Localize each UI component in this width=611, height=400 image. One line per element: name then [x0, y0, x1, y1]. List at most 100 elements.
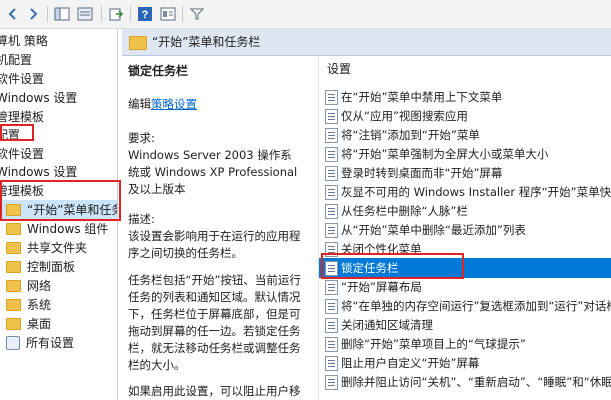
- settings-column-header[interactable]: 设置: [327, 60, 351, 78]
- setting-row[interactable]: 灰显不可用的 Windows Installer 程序“开始”菜单快捷: [319, 182, 611, 202]
- description-label: 描述:: [128, 212, 155, 226]
- edit-policy-link[interactable]: 策略设置: [151, 97, 197, 111]
- folder-icon: [6, 298, 21, 311]
- settings-list: 设置 在“开始”菜单中禁用上下文菜单 仅从“应用”视图搜索应用 将“注销”添加到“开…: [318, 56, 611, 400]
- setting-row[interactable]: 在“开始”菜单中禁用上下文菜单: [319, 87, 611, 107]
- show-hide-tree-icon[interactable]: [52, 4, 72, 24]
- svg-text:?: ?: [142, 9, 149, 21]
- header-bar: “开始”菜单和任务栏: [122, 29, 611, 56]
- policy-setting-icon: [325, 242, 338, 257]
- view-icon[interactable]: [75, 4, 95, 24]
- folder-icon: [129, 36, 147, 50]
- tree-item-user-admin-templates[interactable]: 管理模板: [0, 181, 44, 201]
- folder-icon: [6, 317, 21, 330]
- setting-label: 在“开始”菜单中禁用上下文菜单: [341, 90, 503, 104]
- policy-setting-icon: [325, 280, 338, 295]
- setting-row[interactable]: 关闭个性化菜单: [319, 239, 611, 259]
- description-pane: 锁定任务栏 编辑策略设置 要求: Windows Server 2003 操作系…: [122, 56, 313, 400]
- policy-setting-icon: [325, 109, 338, 124]
- policy-title: 锁定任务栏: [128, 64, 189, 78]
- policy-setting-icon: [325, 299, 338, 314]
- toolbar: ?: [0, 0, 611, 29]
- tree-item-user-config[interactable]: 配置: [0, 125, 20, 145]
- detail-text: 任务栏包括“开始”按钮、当前运行任务的列表和通知区域。默认情况下，任务栏位于屏幕…: [128, 273, 301, 372]
- folder-icon: [6, 260, 21, 273]
- tree-item-shared-folders[interactable]: 共享文件夹: [6, 238, 87, 258]
- setting-label: 登录时转到桌面而非“开始”屏幕: [341, 166, 503, 180]
- setting-row[interactable]: 锁定任务栏: [319, 258, 611, 278]
- tree-item-start-menu-taskbar[interactable]: “开始”菜单和任务栏: [0, 200, 117, 220]
- header-title: “开始”菜单和任务栏: [152, 35, 261, 49]
- settings-icon: [6, 335, 20, 350]
- setting-row[interactable]: 登录时转到桌面而非“开始”屏幕: [319, 163, 611, 183]
- setting-label: 关闭个性化菜单: [341, 242, 422, 256]
- tree-item-desktop[interactable]: 桌面: [6, 314, 51, 334]
- help-icon[interactable]: ?: [135, 4, 155, 24]
- policy-setting-icon: [325, 223, 338, 238]
- setting-label: 阻止用户自定义“开始”屏幕: [341, 356, 480, 370]
- tree-item-network[interactable]: 网络: [6, 276, 51, 296]
- folder-icon: [6, 222, 21, 235]
- setting-label: 从“开始”菜单中删除“最近添加”列表: [341, 223, 526, 237]
- setting-label: 将“在单独的内存空间运行”复选框添加到“运行”对话框: [341, 299, 611, 313]
- properties-icon[interactable]: [158, 4, 178, 24]
- main-pane: “开始”菜单和任务栏 锁定任务栏 编辑策略设置 要求: Windows Serv…: [122, 29, 611, 400]
- setting-label: 灰显不可用的 Windows Installer 程序“开始”菜单快捷: [341, 185, 611, 199]
- tree-item-user-windows-settings[interactable]: Windows 设置: [0, 162, 77, 182]
- setting-row[interactable]: 删除“开始”菜单项目上的“气球提示”: [319, 334, 611, 354]
- setting-label: 仅从“应用”视图搜索应用: [341, 109, 468, 123]
- requirements-text: Windows Server 2003 操作系统或 Windows XP Pro…: [128, 148, 298, 196]
- setting-label: 关闭通知区域清理: [341, 318, 433, 332]
- policy-setting-icon: [325, 356, 338, 371]
- setting-label: “开始”屏幕布局: [341, 280, 422, 294]
- setting-row[interactable]: 关闭通知区域清理: [319, 315, 611, 335]
- policy-setting-icon: [325, 318, 338, 333]
- requirements-label: 要求:: [128, 131, 155, 145]
- policy-setting-icon: [325, 261, 338, 276]
- description-text: 该设置会影响用于在运行的应用程序之间切换的任务栏。: [128, 229, 301, 260]
- setting-row[interactable]: 从任务栏中删除“人脉”栏: [319, 201, 611, 221]
- policy-setting-icon: [325, 337, 338, 352]
- tree-item-all-settings[interactable]: 所有设置: [6, 333, 74, 353]
- setting-row[interactable]: 仅从“应用”视图搜索应用: [319, 106, 611, 126]
- setting-label: 锁定任务栏: [341, 261, 399, 275]
- tree-item-computer-policy[interactable]: 算机 策略: [0, 31, 48, 51]
- navigation-tree: 算机 策略 机配置 软件设置 Windows 设置 管理模板 配置 软件设置 W…: [0, 29, 118, 400]
- folder-icon: [6, 203, 21, 216]
- filter-icon[interactable]: [187, 4, 207, 24]
- policy-setting-icon: [325, 375, 338, 390]
- setting-label: 从任务栏中删除“人脉”栏: [341, 204, 468, 218]
- setting-row[interactable]: 阻止用户自定义“开始”屏幕: [319, 353, 611, 373]
- setting-row[interactable]: 删除并阻止访问“关机”、“重新启动”、“睡眠”和“休眠”: [319, 372, 611, 392]
- setting-row[interactable]: 将“在单独的内存空间运行”复选框添加到“运行”对话框: [319, 296, 611, 316]
- setting-row[interactable]: “开始”屏幕布局: [319, 277, 611, 297]
- tree-item-admin-templates[interactable]: 管理模板: [0, 107, 44, 127]
- tree-item-computer-config[interactable]: 机配置: [0, 50, 32, 70]
- policy-setting-icon: [325, 128, 338, 143]
- tree-item-windows-settings[interactable]: Windows 设置: [0, 88, 77, 108]
- tree-item-user-software-settings[interactable]: 软件设置: [0, 144, 44, 164]
- setting-row[interactable]: 将“开始”菜单强制为全屏大小或菜单大小: [319, 144, 611, 164]
- policy-setting-icon: [325, 185, 338, 200]
- setting-label: 删除“开始”菜单项目上的“气球提示”: [341, 337, 526, 351]
- extra-text: 如果启用此设置，可以阻止用户移: [128, 384, 301, 398]
- edit-policy-line: 编辑策略设置: [128, 97, 197, 111]
- setting-label: 删除并阻止访问“关机”、“重新启动”、“睡眠”和“休眠”: [341, 375, 611, 389]
- policy-setting-icon: [325, 204, 338, 219]
- folder-icon: [6, 241, 21, 254]
- tree-item-control-panel[interactable]: 控制面板: [6, 257, 75, 277]
- setting-label: 将“开始”菜单强制为全屏大小或菜单大小: [341, 147, 549, 161]
- setting-row[interactable]: 从“开始”菜单中删除“最近添加”列表: [319, 220, 611, 240]
- forward-icon[interactable]: [23, 4, 43, 24]
- tree-item-system[interactable]: 系统: [6, 295, 51, 315]
- setting-label: 将“注销”添加到“开始”菜单: [341, 128, 480, 142]
- tree-item-software-settings[interactable]: 软件设置: [0, 69, 44, 89]
- setting-row[interactable]: 将“注销”添加到“开始”菜单: [319, 125, 611, 145]
- policy-setting-icon: [325, 166, 338, 181]
- policy-setting-icon: [325, 90, 338, 105]
- export-icon[interactable]: [106, 4, 126, 24]
- tree-item-windows-components[interactable]: Windows 组件: [6, 219, 108, 239]
- back-icon[interactable]: [3, 4, 23, 24]
- policy-setting-icon: [325, 147, 338, 162]
- folder-icon: [6, 279, 21, 292]
